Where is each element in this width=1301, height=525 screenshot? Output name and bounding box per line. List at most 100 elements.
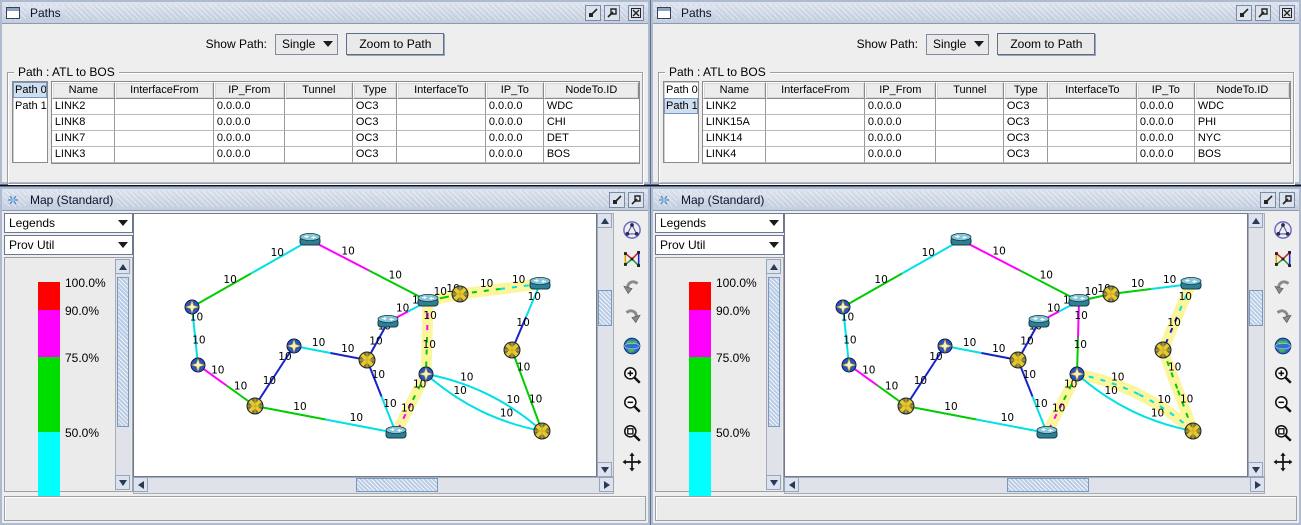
scroll-left-icon[interactable] xyxy=(784,477,799,492)
scroll-left-icon[interactable] xyxy=(133,477,148,492)
undo-icon[interactable] xyxy=(620,276,644,300)
map-node-cross[interactable] xyxy=(534,423,550,439)
show-path-select[interactable]: Single xyxy=(926,34,989,55)
scroll-down-icon[interactable] xyxy=(1248,462,1263,477)
globe-icon[interactable] xyxy=(620,334,644,358)
table-row[interactable]: LINK20.0.0.0OC30.0.0.0WDC xyxy=(703,99,1290,115)
map-node-cross[interactable] xyxy=(359,352,375,368)
util-select[interactable]: Prov Util xyxy=(4,235,133,255)
map-node-star[interactable] xyxy=(938,339,952,353)
zoom-in-icon[interactable] xyxy=(620,363,644,387)
scrollbar-thumb[interactable] xyxy=(1249,290,1263,326)
map-node-star[interactable] xyxy=(419,367,433,381)
topology-icon[interactable] xyxy=(1271,218,1295,242)
zoom-box-icon[interactable] xyxy=(620,421,644,445)
map-node-router[interactable] xyxy=(1029,315,1049,327)
globe-icon[interactable] xyxy=(1271,334,1295,358)
layout-icon[interactable] xyxy=(1271,247,1295,271)
column-header[interactable]: IP_To xyxy=(486,82,544,99)
maximize-icon[interactable] xyxy=(628,192,644,208)
map-horizontal-scrollbar[interactable] xyxy=(133,477,614,494)
map-titlebar[interactable]: Map (Standard) xyxy=(2,189,648,211)
scrollbar-thumb[interactable] xyxy=(1007,478,1089,492)
redo-icon[interactable] xyxy=(1271,305,1295,329)
scroll-down-icon[interactable] xyxy=(115,475,130,490)
column-header[interactable]: IP_From xyxy=(865,82,936,99)
map-link[interactable] xyxy=(843,274,902,308)
column-header[interactable]: InterfaceFrom xyxy=(766,82,865,99)
scrollbar-thumb[interactable] xyxy=(117,277,129,427)
map-node-router[interactable] xyxy=(378,315,398,327)
scroll-up-icon[interactable] xyxy=(766,259,781,274)
legends-select[interactable]: Legends xyxy=(4,213,133,233)
map-node-router[interactable] xyxy=(1181,277,1201,289)
map-node-cross[interactable] xyxy=(1103,286,1119,302)
scroll-up-icon[interactable] xyxy=(1248,213,1263,228)
legend-scrollbar[interactable] xyxy=(766,259,782,490)
map-link[interactable] xyxy=(192,274,251,308)
map-vertical-scrollbar[interactable] xyxy=(1248,213,1265,477)
map-vertical-scrollbar[interactable] xyxy=(597,213,614,477)
table-row[interactable]: LINK80.0.0.0OC30.0.0.0CHI xyxy=(52,115,639,131)
column-header[interactable]: InterfaceTo xyxy=(397,82,486,99)
table-row[interactable]: LINK40.0.0.0OC30.0.0.0BOS xyxy=(703,147,1290,163)
column-header[interactable]: Tunnel xyxy=(285,82,353,99)
map-node-star[interactable] xyxy=(287,339,301,353)
map-node-router[interactable] xyxy=(1069,294,1089,306)
map-node-router[interactable] xyxy=(300,233,320,245)
map-node-cross[interactable] xyxy=(247,398,263,414)
map-canvas[interactable]: 1010101010101010101010101010101010101010… xyxy=(784,213,1248,477)
path-list-item[interactable]: Path 0 xyxy=(13,82,47,98)
scrollbar-thumb[interactable] xyxy=(356,478,438,492)
map-node-cross[interactable] xyxy=(452,286,468,302)
map-link[interactable] xyxy=(255,406,326,420)
close-icon[interactable] xyxy=(1279,5,1295,21)
map-node-cross[interactable] xyxy=(1155,342,1171,358)
table-row[interactable]: LINK30.0.0.0OC30.0.0.0BOS xyxy=(52,147,639,163)
pan-icon[interactable] xyxy=(620,450,644,474)
zoom-out-icon[interactable] xyxy=(1271,392,1295,416)
column-header[interactable]: NodeTo.ID xyxy=(1195,82,1290,99)
map-node-router[interactable] xyxy=(386,426,406,438)
map-node-star[interactable] xyxy=(1070,367,1084,381)
scroll-right-icon[interactable] xyxy=(1250,477,1265,492)
map-node-star[interactable] xyxy=(836,300,850,314)
paths-titlebar[interactable]: Paths xyxy=(2,2,648,24)
column-header[interactable]: Type xyxy=(353,82,397,99)
map-node-router[interactable] xyxy=(951,233,971,245)
table-row[interactable]: LINK70.0.0.0OC30.0.0.0DET xyxy=(52,131,639,147)
zoom-box-icon[interactable] xyxy=(1271,421,1295,445)
scrollbar-thumb[interactable] xyxy=(768,277,780,427)
map-node-router[interactable] xyxy=(418,294,438,306)
pan-icon[interactable] xyxy=(1271,450,1295,474)
map-node-star[interactable] xyxy=(191,358,205,372)
scrollbar-thumb[interactable] xyxy=(598,290,612,326)
map-node-cross[interactable] xyxy=(1185,423,1201,439)
map-link[interactable] xyxy=(906,406,977,420)
map-titlebar[interactable]: Map (Standard) xyxy=(653,189,1299,211)
paths-titlebar[interactable]: Paths xyxy=(653,2,1299,24)
topology-icon[interactable] xyxy=(620,218,644,242)
column-header[interactable]: IP_To xyxy=(1137,82,1195,99)
column-header[interactable]: Name xyxy=(52,82,115,99)
table-row[interactable]: LINK140.0.0.0OC30.0.0.0NYC xyxy=(703,131,1290,147)
scroll-down-icon[interactable] xyxy=(766,475,781,490)
scroll-down-icon[interactable] xyxy=(597,462,612,477)
scroll-up-icon[interactable] xyxy=(597,213,612,228)
minimize-icon[interactable] xyxy=(585,5,601,21)
maximize-icon[interactable] xyxy=(1279,192,1295,208)
column-header[interactable]: InterfaceFrom xyxy=(115,82,214,99)
layout-icon[interactable] xyxy=(620,247,644,271)
scroll-up-icon[interactable] xyxy=(115,259,130,274)
column-header[interactable]: Tunnel xyxy=(936,82,1004,99)
path-list[interactable]: Path 0Path 1 xyxy=(663,81,699,163)
column-header[interactable]: InterfaceTo xyxy=(1048,82,1137,99)
legends-select[interactable]: Legends xyxy=(655,213,784,233)
map-horizontal-scrollbar[interactable] xyxy=(784,477,1265,494)
minimize-icon[interactable] xyxy=(1260,192,1276,208)
close-icon[interactable] xyxy=(628,5,644,21)
column-header[interactable]: NodeTo.ID xyxy=(544,82,639,99)
map-node-star[interactable] xyxy=(842,358,856,372)
redo-icon[interactable] xyxy=(620,305,644,329)
undo-icon[interactable] xyxy=(1271,276,1295,300)
